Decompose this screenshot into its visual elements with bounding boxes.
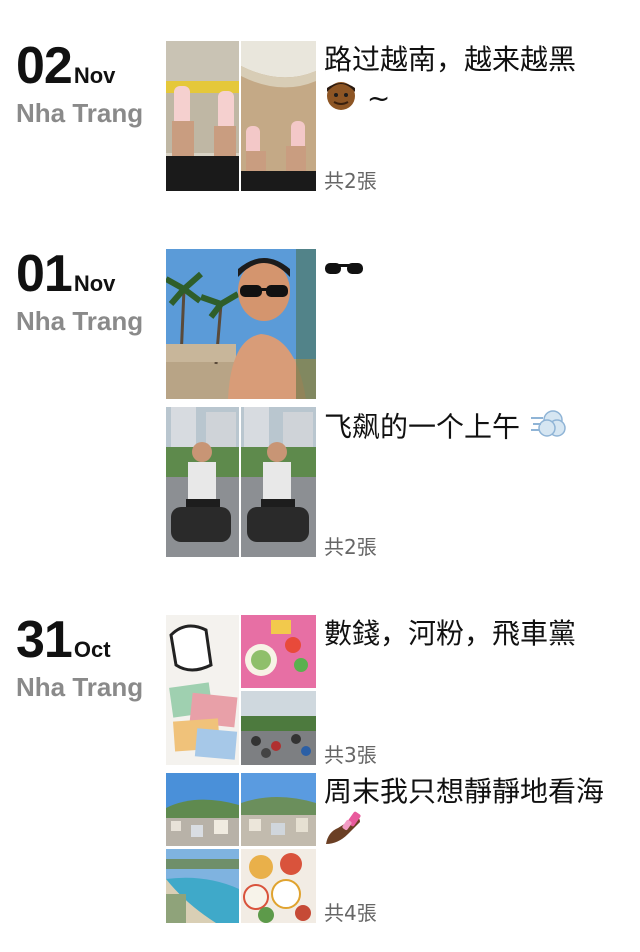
post-caption: 數錢，河粉，飛車黨 [324, 616, 634, 652]
date-block-02-nov: 02Nov Nha Trang [16, 40, 143, 129]
caption-text: 數錢，河粉，飛車黨 [324, 617, 577, 650]
caption-text: 路过越南，越来越黑 [324, 43, 577, 76]
location-label: Nha Trang [16, 98, 144, 128]
location-label: Nha Trang [16, 672, 144, 702]
photo-count: 共2張 [324, 169, 377, 193]
day-number: 01 [16, 245, 73, 303]
photo-thumbnail[interactable] [166, 773, 239, 846]
day-number: 31 [16, 611, 73, 669]
nail-polish-emoji-icon [324, 810, 364, 855]
post-caption: 路过越南，越来越黑 ~ [324, 42, 634, 121]
photo-thumbnail[interactable] [166, 41, 239, 191]
month-label: Nov [73, 63, 116, 88]
photo-thumbnail[interactable] [241, 41, 316, 191]
caption-tail: ~ [366, 81, 391, 115]
location-label: Nha Trang [16, 306, 144, 336]
photo-count: 共3張 [324, 743, 377, 767]
photo-thumbnail[interactable] [166, 249, 316, 399]
post-photo-grid[interactable] [166, 773, 316, 923]
date-block-31-oct: 31Oct Nha Trang [16, 614, 143, 703]
day-number: 02 [16, 37, 73, 95]
post-caption: 周末我只想靜靜地看海 [324, 774, 634, 855]
photo-count: 共2張 [324, 535, 377, 559]
photo-count: 共4張 [324, 901, 377, 925]
man-dark-skin-emoji-icon [324, 78, 358, 121]
post-photo-grid[interactable] [166, 41, 316, 191]
photo-thumbnail[interactable] [241, 691, 316, 765]
dash-emoji-icon [529, 408, 567, 449]
caption-text: 周末我只想靜靜地看海 [324, 775, 605, 808]
photo-thumbnail[interactable] [166, 407, 239, 557]
month-label: Oct [73, 637, 111, 662]
post-caption: 飞飙的一个上午 [324, 408, 634, 449]
caption-text: 飞飙的一个上午 [324, 410, 521, 444]
post-photo-grid[interactable] [166, 249, 316, 399]
photo-thumbnail[interactable] [241, 407, 316, 557]
sunglasses-emoji-icon [324, 253, 364, 289]
month-label: Nov [73, 271, 116, 296]
date-block-01-nov: 01Nov Nha Trang [16, 248, 143, 337]
photo-thumbnail[interactable] [241, 773, 316, 846]
photo-thumbnail[interactable] [241, 615, 316, 688]
photo-thumbnail[interactable] [241, 849, 316, 923]
post-photo-grid[interactable] [166, 407, 316, 557]
post-caption [324, 252, 634, 289]
post-photo-grid[interactable] [166, 615, 316, 765]
photo-thumbnail[interactable] [166, 615, 239, 765]
photo-thumbnail[interactable] [166, 849, 239, 923]
